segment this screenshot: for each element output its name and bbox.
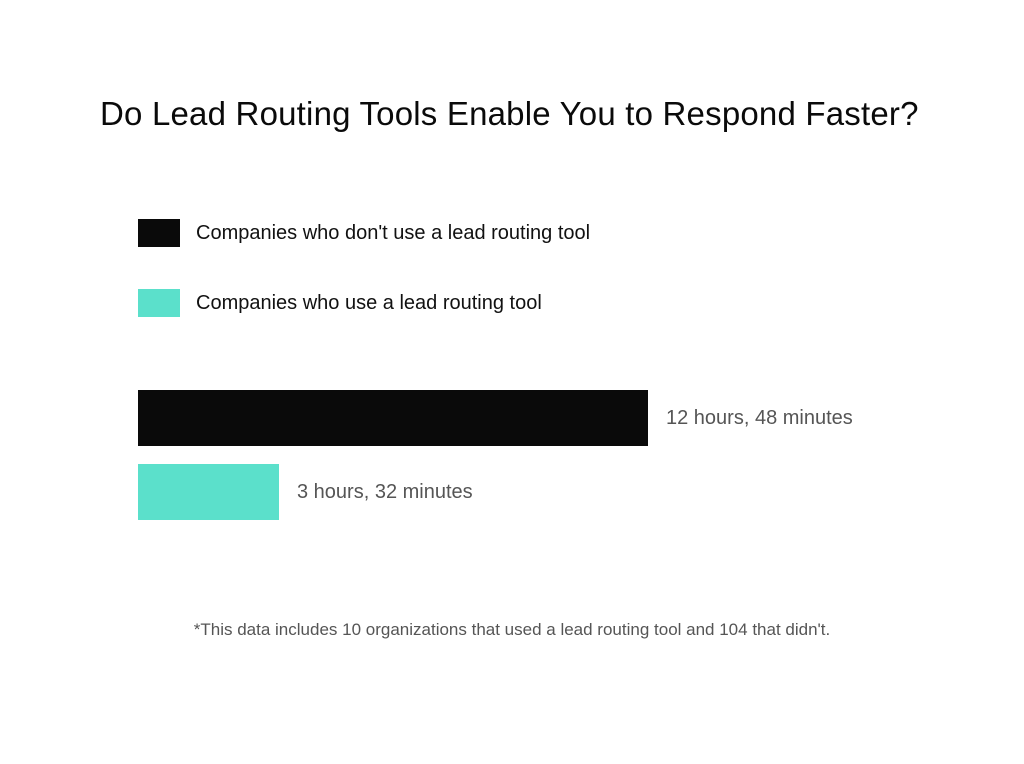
legend-label-with-tool: Companies who use a lead routing tool [196,292,542,315]
legend-label-no-tool: Companies who don't use a lead routing t… [196,222,590,245]
bar-no-tool [138,390,648,446]
legend-item-with-tool: Companies who use a lead routing tool [138,285,590,321]
bar-row-no-tool: 12 hours, 48 minutes [138,390,898,446]
chart-footnote: *This data includes 10 organizations tha… [0,620,1024,640]
legend-item-no-tool: Companies who don't use a lead routing t… [138,215,590,251]
bar-with-tool [138,464,279,520]
bar-label-with-tool: 3 hours, 32 minutes [297,481,473,504]
bar-row-with-tool: 3 hours, 32 minutes [138,464,898,520]
legend-swatch-no-tool [138,219,180,247]
chart-title: Do Lead Routing Tools Enable You to Resp… [100,95,940,133]
bar-group: 12 hours, 48 minutes 3 hours, 32 minutes [138,390,898,538]
legend-swatch-with-tool [138,289,180,317]
chart-container: Do Lead Routing Tools Enable You to Resp… [0,0,1024,764]
chart-legend: Companies who don't use a lead routing t… [138,215,590,355]
bar-label-no-tool: 12 hours, 48 minutes [666,407,853,430]
